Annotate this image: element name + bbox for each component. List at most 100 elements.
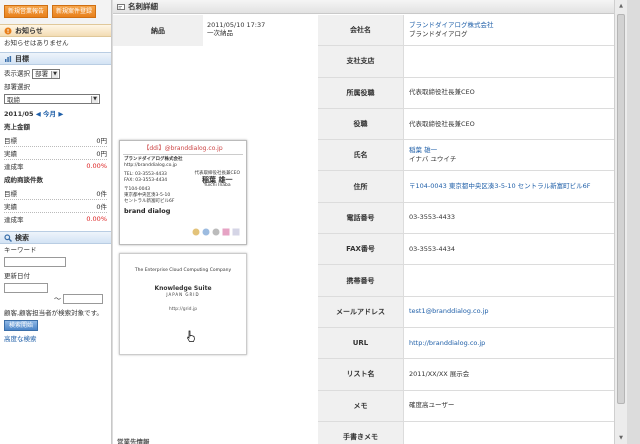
delivery-label: 納品 [113, 15, 203, 46]
hand-cursor-icon [186, 330, 196, 344]
panel-title: 名刺詳細 [128, 2, 158, 11]
card-logo: brand dialog [124, 207, 171, 215]
new-deal-button[interactable]: 新規案件登録 [52, 5, 97, 18]
new-sales-report-button[interactable]: 新規営業報告 [4, 5, 49, 18]
detail-value [404, 46, 614, 76]
cert-badge-icon [202, 228, 210, 238]
cert-badge-icon [232, 228, 240, 238]
detail-label: 携帯番号 [318, 265, 404, 296]
scrollbar[interactable]: ▲ ▼ [614, 0, 627, 444]
detail-value: 〒104-0043 東京都中央区湊3-5-10 セントラル新富町ビル6F [404, 171, 614, 201]
sales-row: 実績 0円 [0, 147, 111, 159]
delivery-values: 2011/05/10 17:37 一次納品 [203, 15, 269, 46]
card-product: Knowledge Suite [154, 285, 212, 292]
detail-value [404, 265, 614, 295]
this-month-link[interactable]: 今月 [43, 110, 56, 118]
detail-label: メモ [318, 390, 404, 421]
panel-header: 名刺詳細 [113, 0, 627, 14]
card-icon [117, 3, 125, 11]
detail-value-link[interactable]: 〒104-0043 東京都中央区湊3-5-10 セントラル新富町ビル6F [409, 182, 614, 191]
detail-row: 電話番号 03-3553-4433 [318, 202, 614, 235]
period-nav: 2011/05 ◀ 今月 ▶ [0, 108, 111, 121]
business-card-back[interactable]: The Enterprise Cloud Computing Company K… [119, 253, 247, 355]
deals-row: 達成率 0.00% [0, 213, 111, 225]
sales-row-label: 目標 [4, 137, 17, 145]
detail-value-text: 2011/XX/XX 展示会 [409, 369, 470, 378]
section-bottom-label: 営業先情報 [117, 438, 150, 444]
sales-row-value: 0円 [96, 150, 107, 158]
search-icon [4, 233, 12, 242]
detail-value-text: 03-3553-4434 [409, 244, 456, 253]
card-product-sub: JAPAN GRID [166, 292, 200, 297]
display-select[interactable]: 部署 ▼ [32, 69, 61, 79]
detail-row: 携帯番号 [318, 265, 614, 297]
card-back-url: http://grid.jp [168, 307, 198, 312]
card-image-column: 納品 2011/05/10 17:37 一次納品 【ddi】@branddial… [113, 15, 318, 435]
search-button[interactable]: 検索開始 [4, 320, 39, 331]
deals-row-label: 達成率 [4, 216, 24, 224]
detail-label: 会社名 [318, 15, 404, 46]
deals-row: 目標 0件 [0, 187, 111, 199]
detail-value: ブランドダイアログ株式会社 ブランドダイアログ [404, 15, 614, 45]
date-from-input[interactable] [4, 283, 48, 293]
deals-row-value: 0件 [96, 203, 107, 211]
detail-row: 所属役職 代表取締役社長兼CEO [318, 77, 614, 109]
detail-row: 氏名 稲葉 雄一 イナバ ユウイチ [318, 140, 614, 172]
goals-header[interactable]: 目標 [0, 52, 111, 65]
search-header[interactable]: 検索 [0, 231, 111, 244]
svg-text:!: ! [7, 29, 9, 35]
dept-select-value: 取締 [7, 96, 20, 104]
sales-row: 目標 0円 [0, 134, 111, 146]
search-title: 検索 [15, 233, 29, 242]
deals-row-value: 0.00% [86, 215, 107, 223]
detail-row: 住所 〒104-0043 東京都中央区湊3-5-10 セントラル新富町ビル6F [318, 171, 614, 203]
detail-value-link[interactable]: ブランドダイアログ株式会社 [409, 21, 614, 30]
date-to-input[interactable] [63, 294, 103, 304]
detail-value: 稲葉 雄一 イナバ ユウイチ [404, 140, 614, 170]
detail-label: 役職 [318, 108, 404, 140]
detail-label: メールアドレス [318, 296, 404, 327]
detail-value-link[interactable]: http://branddialog.co.jp [409, 339, 614, 348]
sales-row-label: 達成率 [4, 163, 24, 171]
business-card-front[interactable]: 【ddi】@branddialog.co.jp ブランドダイアログ株式会社 ht… [119, 140, 247, 245]
prev-month-icon[interactable]: ◀ [36, 110, 41, 118]
detail-label: 手書きメモ [318, 421, 404, 444]
goals-title: 目標 [15, 54, 29, 63]
notice-title: お知らせ [15, 26, 43, 35]
detail-table: 会社名 ブランドダイアログ株式会社 ブランドダイアログ 支社支店 所属役職 代表取締役社長… [318, 15, 614, 444]
scroll-thumb[interactable] [617, 14, 625, 404]
next-month-icon[interactable]: ▶ [58, 110, 63, 118]
deals-row-value: 0件 [96, 190, 107, 198]
detail-value: test1@branddialog.co.jp [404, 297, 614, 327]
detail-label: 住所 [318, 171, 404, 202]
detail-value-link[interactable]: test1@branddialog.co.jp [409, 307, 614, 316]
sales-row: 達成率 0.00% [0, 160, 111, 172]
detail-value-text: 03-3553-4433 [409, 213, 456, 222]
detail-row: リスト名 2011/XX/XX 展示会 [318, 359, 614, 391]
detail-label: 所属役職 [318, 77, 404, 108]
notice-header[interactable]: ! お知らせ [0, 24, 111, 37]
date-label: 更新日付 [4, 272, 30, 280]
detail-value-link[interactable]: 稲葉 雄一 [409, 146, 614, 155]
detail-row: メールアドレス test1@branddialog.co.jp [318, 296, 614, 328]
scroll-down-icon[interactable]: ▼ [617, 434, 625, 442]
detail-value: 03-3553-4434 [404, 234, 614, 264]
detail-value: 代表取締役社長兼CEO [404, 78, 614, 108]
dept-select[interactable]: 取締 ▼ [4, 94, 100, 104]
sidebar: 新規営業報告 新規案件登録 ! お知らせ お知らせはありません 目標 表示選択 … [0, 0, 112, 444]
card-building: セントラル新富町ビル6F [124, 199, 175, 204]
period-label: 2011/05 [4, 110, 34, 118]
detail-value: 2011/XX/XX 展示会 [404, 359, 614, 389]
delivery-date: 2011/05/10 17:37 [207, 21, 266, 29]
card-url: http://branddialog.co.jp [124, 163, 177, 168]
detail-label: FAX番号 [318, 234, 404, 265]
card-top-title: 【ddi】@branddialog.co.jp [143, 145, 223, 152]
notice-text: お知らせはありません [4, 39, 69, 47]
keyword-input[interactable] [4, 257, 66, 267]
chart-icon [4, 55, 12, 63]
detail-value: 代表取締役社長兼CEO [404, 109, 614, 139]
card-cert-badges [192, 228, 240, 238]
scroll-up-icon[interactable]: ▲ [617, 2, 625, 10]
advanced-search-link[interactable]: 高度な検索 [0, 333, 111, 346]
detail-row: 支社支店 [318, 46, 614, 78]
